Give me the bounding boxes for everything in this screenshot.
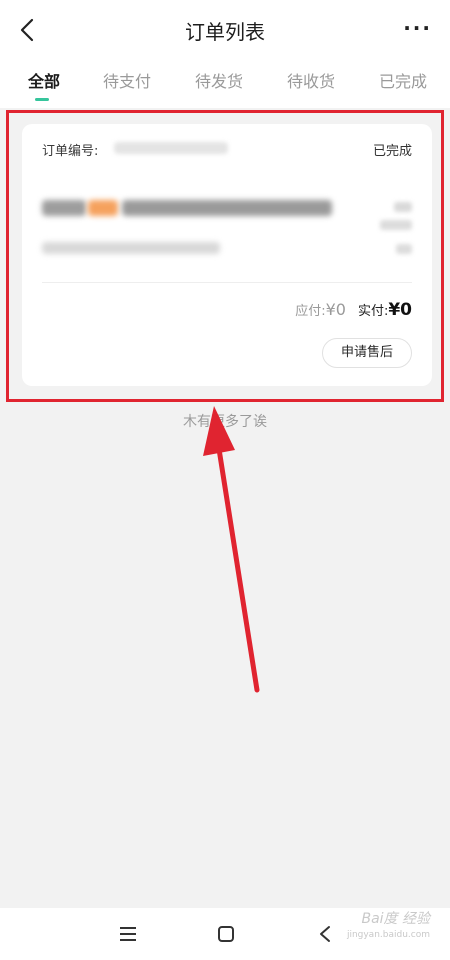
order-number-blurred	[114, 142, 228, 154]
top-bar: 订单列表 ··· 全部 待支付 待发货 待收货 已完成	[0, 0, 450, 108]
nav-back-icon[interactable]	[318, 925, 332, 943]
price-summary: 应付:¥0 实付:¥0	[295, 300, 412, 320]
list-end-text: 木有更多了诶	[183, 414, 267, 430]
back-arrow-icon[interactable]	[14, 16, 42, 44]
watermark: Bai度 经验 jingyan.baidu.com	[347, 912, 430, 942]
after-sale-button[interactable]: 申请售后	[322, 338, 412, 368]
tab-pending-receipt[interactable]: 待收货	[287, 68, 335, 92]
tab-pending-payment[interactable]: 待支付	[103, 68, 151, 92]
tab-pending-shipment[interactable]: 待发货	[195, 68, 243, 92]
order-card[interactable]: 订单编号: 已完成 应付:¥0 实付:¥0 申请售后	[22, 124, 432, 386]
order-number-label: 订单编号:	[42, 144, 99, 159]
watermark-url: jingyan.baidu.com	[346, 930, 430, 940]
product-badge-blurred	[88, 200, 118, 216]
card-divider	[42, 282, 412, 283]
menu-icon[interactable]	[119, 926, 137, 942]
payable-value: ¥0	[325, 300, 346, 319]
product-spec-blurred	[42, 242, 220, 254]
order-tabs: 全部 待支付 待发货 待收货 已完成	[0, 68, 450, 108]
watermark-text: Bai度 经验	[361, 911, 430, 927]
tab-all[interactable]: 全部	[28, 68, 60, 92]
order-status: 已完成	[372, 144, 412, 159]
page-title: 订单列表	[185, 20, 265, 44]
more-dots-icon[interactable]: ···	[403, 18, 432, 38]
product-title-blurred	[122, 200, 332, 216]
product-tag-blurred	[42, 200, 86, 216]
payable-label: 应付:	[295, 304, 326, 319]
navigation-bar: 订单列表 ···	[0, 0, 450, 60]
paid-value: ¥0	[388, 300, 412, 320]
tab-completed[interactable]: 已完成	[379, 68, 427, 92]
tab-active-indicator	[35, 98, 49, 101]
product-original-price-blurred	[380, 220, 412, 230]
paid-label: 实付:	[357, 304, 389, 319]
product-quantity-blurred	[396, 244, 412, 254]
home-icon[interactable]	[218, 926, 234, 942]
product-price-blurred	[394, 202, 412, 212]
